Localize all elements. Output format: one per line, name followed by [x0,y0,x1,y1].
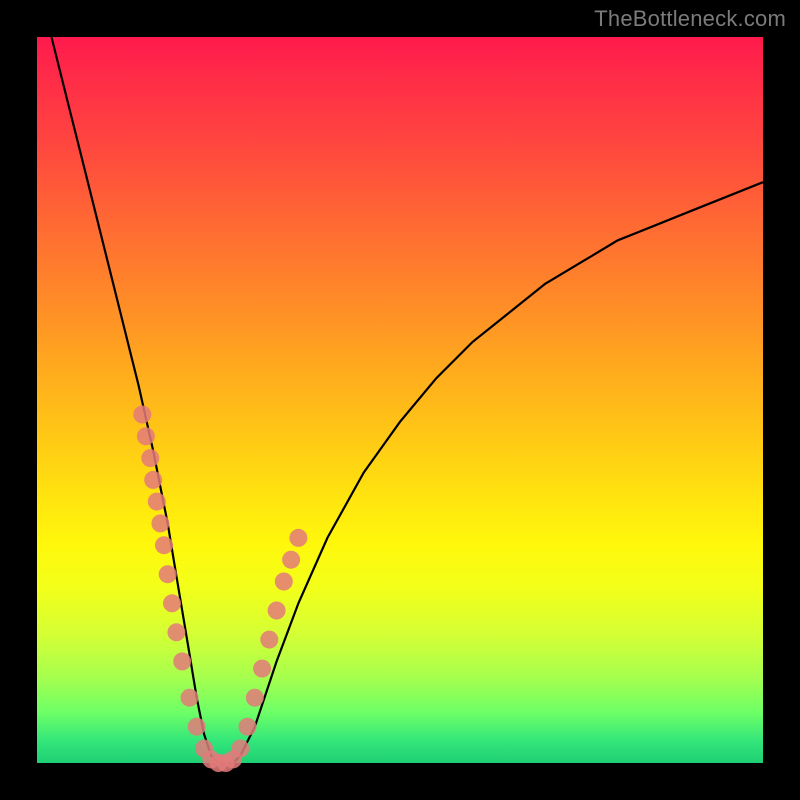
bead-point [167,623,185,641]
bead-point [155,536,173,554]
bead-point [163,594,181,612]
bead-point [268,602,286,620]
bead-point [148,493,166,511]
bead-point [246,689,264,707]
plot-area [37,37,763,763]
bead-point [133,406,151,424]
bead-point [141,449,159,467]
watermark-text: TheBottleneck.com [594,6,786,32]
bottleneck-curve [52,37,764,763]
bead-point [253,660,271,678]
bead-point [144,471,162,489]
bead-point [260,631,278,649]
bead-point [289,529,307,547]
bead-point [181,689,199,707]
bead-point [173,652,191,670]
bead-point [275,573,293,591]
bead-point [231,740,249,758]
bead-point [137,427,155,445]
chart-frame: TheBottleneck.com [0,0,800,800]
bead-point [239,718,257,736]
bead-point [188,718,206,736]
bead-point [282,551,300,569]
bead-point [151,514,169,532]
bead-point [159,565,177,583]
curve-svg [37,37,763,763]
bead-group [133,406,307,773]
